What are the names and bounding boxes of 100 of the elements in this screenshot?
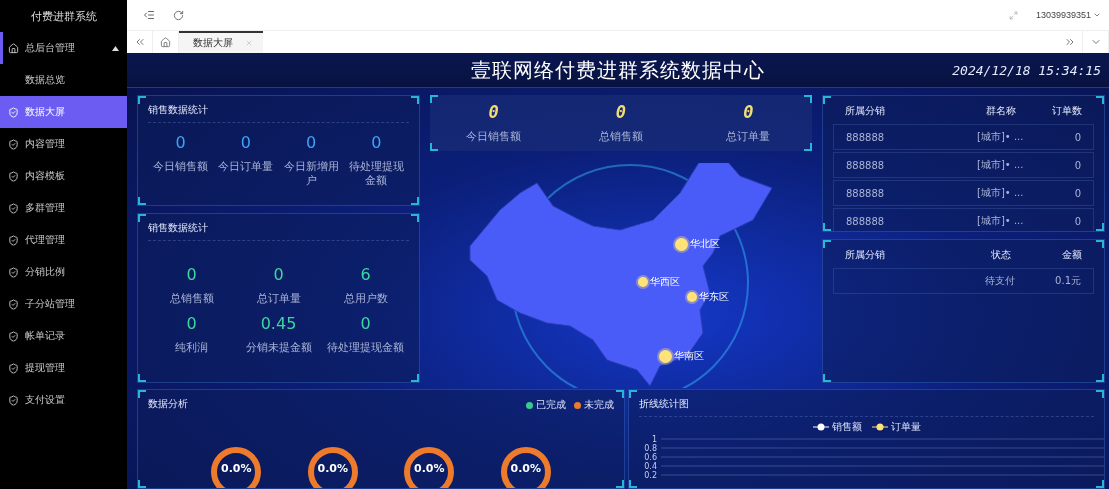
fullscreen-button[interactable] (1008, 10, 1018, 20)
table-cell-text: 888888 (846, 215, 886, 227)
table-cell-text: 0 (1073, 187, 1081, 199)
column-header: 状态 (989, 248, 1012, 262)
sidebar-item[interactable]: 多群管理 (0, 192, 127, 224)
summary-label: 今日销售额 (466, 129, 522, 145)
menu-fold-button[interactable] (143, 9, 155, 21)
summary-value: 0 (743, 101, 754, 122)
table-cell-text: 0 (1073, 131, 1081, 143)
table-cell-text: [城市]• ... (976, 158, 1025, 172)
stat-label: 待处理提现金额 (347, 160, 405, 189)
shield-check-icon (8, 266, 19, 278)
y-tick-label: 0.6 (644, 453, 657, 462)
shield-check-icon (8, 362, 19, 374)
shield-check-icon (8, 234, 19, 246)
stat-value: 0.45 (260, 314, 297, 334)
donut-ring (499, 446, 552, 488)
refresh-button[interactable] (173, 9, 184, 21)
shield-check-icon (8, 202, 19, 214)
summary-label: 总销售额 (599, 129, 643, 145)
table-cell-text: 待支付 (984, 274, 1017, 288)
sidebar-item[interactable]: 数据总览 (0, 64, 127, 96)
stat-label: 待处理提现金额 (327, 341, 404, 356)
donut-ring (306, 446, 359, 488)
sidebar-item[interactable]: 分销比例 (0, 256, 127, 288)
stat-value: 0 (371, 133, 382, 152)
table-cell-text: 888888 (846, 187, 886, 199)
sidebar-item[interactable]: 代理管理 (0, 224, 127, 256)
table-cell-text: 888888 (846, 131, 886, 143)
stat-value: 0 (240, 133, 251, 152)
location-dot (638, 277, 648, 287)
double-chevron-right-icon (1063, 36, 1076, 48)
shield-check-icon (8, 298, 19, 310)
sidebar-item[interactable]: 帐单记录 (0, 320, 127, 352)
table-cell-text: 0 (1073, 215, 1081, 227)
column-header: 金额 (1061, 248, 1082, 262)
summary-value: 0 (615, 101, 627, 122)
fullscreen-icon (1008, 10, 1018, 20)
user-menu[interactable]: 13039939351 (1035, 10, 1101, 20)
table-cell-text: 0.1元 (1054, 274, 1081, 288)
caret-icon (1093, 11, 1101, 19)
sidebar-item[interactable]: 内容管理 (0, 128, 127, 160)
home-icon (160, 36, 171, 48)
y-tick-label: 1 (651, 435, 657, 444)
region-label: 华南区 (674, 349, 704, 363)
y-tick-label: 0.8 (644, 444, 657, 453)
stat-value: 0 (186, 265, 197, 284)
panel-title: 销售数据统计 (148, 218, 409, 241)
shield-check-icon (8, 394, 19, 406)
summary-label: 总订单量 (726, 129, 771, 145)
region-label: 华北区 (690, 237, 720, 251)
menu-fold-icon (143, 9, 155, 21)
stat-label: 纯利润 (175, 341, 208, 356)
sidebar-item[interactable]: 数据大屏 (0, 96, 127, 128)
caret-icon (112, 45, 119, 51)
sidebar-item[interactable]: 内容模板 (0, 160, 127, 192)
column-header: 所属分销 (845, 248, 886, 262)
table-cell-text: [城市]• ... (976, 130, 1025, 144)
stat-label: 分销未提金额 (245, 341, 312, 356)
donut-value: 0.0% (316, 462, 349, 475)
panel-title: 数据分析 (148, 397, 188, 411)
sidebar-group[interactable]: 总后台管理 (0, 32, 127, 64)
stat-value: 0 (175, 133, 186, 152)
legend-item: 已完成 (526, 398, 566, 412)
donut-value: 0.0% (220, 462, 253, 475)
sidebar-item[interactable]: 提现管理 (0, 352, 127, 384)
stat-label: 总销售额 (169, 292, 214, 307)
close-icon[interactable] (245, 39, 253, 47)
shield-check-icon (8, 106, 19, 118)
table-cell-text: 888888 (846, 159, 886, 171)
location-dot (687, 292, 697, 302)
summary-value: 0 (488, 101, 499, 122)
app-title: 付费进群系统 (29, 8, 98, 25)
shield-check-icon (8, 170, 19, 182)
stat-label: 总用户数 (343, 292, 388, 307)
sidebar-item[interactable]: 子分站管理 (0, 288, 127, 320)
shield-check-icon (8, 138, 19, 150)
donut-ring (403, 446, 456, 488)
shield-check-icon (8, 330, 19, 342)
sidebar-item[interactable]: 支付设置 (0, 384, 127, 416)
dashboard-title: 壹联网络付费进群系统数据中心 (471, 56, 765, 84)
donut-value: 0.0% (413, 462, 446, 475)
donut-ring (210, 446, 263, 488)
refresh-icon (173, 9, 184, 21)
region-label: 华东区 (699, 290, 729, 304)
legend-item: 销售额 (812, 420, 862, 434)
donut-value: 0.0% (509, 462, 542, 475)
panel-title: 销售数据统计 (148, 100, 409, 123)
y-tick-label: 0.2 (644, 471, 657, 480)
stat-label: 今日销售额 (153, 160, 209, 175)
stat-label: 今日订单量 (218, 160, 274, 175)
date-time: 2024/12/18 15:34:15 (952, 62, 1101, 78)
column-header: 所属分销 (845, 104, 886, 118)
stat-value: 0 (360, 314, 371, 334)
stat-value: 0 (186, 314, 197, 334)
home-icon (8, 42, 19, 54)
table-cell-text: [城市]• ... (976, 214, 1025, 228)
legend-item: 未完成 (574, 398, 614, 412)
page-tab[interactable]: 数据大屏 (179, 31, 263, 53)
region-label: 华西区 (650, 275, 680, 289)
